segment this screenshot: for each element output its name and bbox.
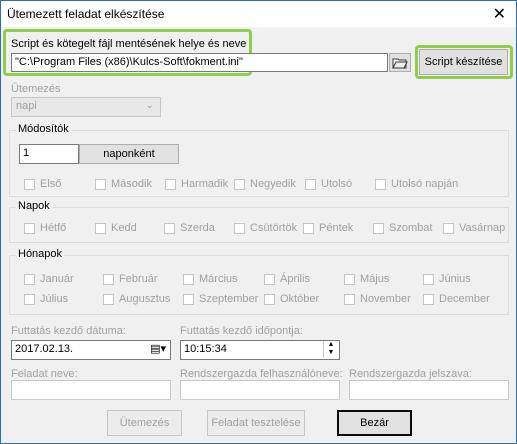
start-date-label: Futtatás kezdő dátuma: [11,325,126,337]
checkbox-label: Október [280,293,320,305]
start-time-label: Futtatás kezdő időpontja: [180,325,303,337]
checkbox-masodik[interactable] [95,179,106,190]
test-task-button[interactable]: Feladat tesztelése [207,410,305,436]
checkbox-label: Hétfő [40,222,67,234]
checkbox-vasarnap[interactable] [443,223,454,234]
checkbox-pentek[interactable] [303,223,314,234]
script-create-button[interactable]: Script készítése [419,49,508,75]
checkbox-februar[interactable] [103,274,114,285]
checkbox-marcius[interactable] [183,274,194,285]
checkbox-majus[interactable] [344,274,355,285]
admin-pass-input[interactable] [349,380,509,400]
checkbox-label: Csütörtök [250,222,298,234]
title-bar: Ütemezett feladat elkészítése ✕ [1,1,516,27]
schedule-button[interactable]: Ütemezés [107,410,182,436]
checkbox-elso[interactable] [24,179,35,190]
interval-input[interactable]: 1 [19,144,79,164]
close-button[interactable]: Bezár [337,410,412,436]
checkbox-kedd[interactable] [95,223,106,234]
checkbox-januar[interactable] [24,274,35,285]
time-spinner[interactable]: ▲ ▼ [323,341,338,358]
checkbox-november[interactable] [344,294,355,305]
checkbox-label: Szeptember [199,293,259,305]
checkbox-szeptember[interactable] [183,294,194,305]
schedule-value: napi [16,100,37,112]
task-name-input[interactable] [11,380,171,400]
checkbox-label: Április [280,273,310,285]
checkbox-junius[interactable] [423,274,434,285]
checkbox-label: Augusztus [119,293,171,305]
checkbox-december[interactable] [423,294,434,305]
checkbox-label: Negyedik [250,178,296,190]
checkbox-label: Szerda [180,222,215,234]
checkbox-label: Kedd [111,222,137,234]
window-title: Ütemezett feladat elkészítése [7,7,165,21]
checkbox-label: Május [360,273,390,285]
checkbox-utolso-napjan[interactable] [375,179,386,190]
checkbox-label: Szombat [389,222,433,234]
checkbox-augusztus[interactable] [103,294,114,305]
checkbox-csutortok[interactable] [234,223,245,234]
checkbox-label: Március [199,273,238,285]
months-group: Hónapok [9,248,509,315]
checkbox-label: Harmadik [181,178,229,190]
calendar-icon: ▤▾ [150,343,166,355]
start-time-input[interactable]: 10:15:34 ▲ ▼ [180,340,340,360]
checkbox-label: Második [111,178,152,190]
checkbox-julius[interactable] [24,294,35,305]
admin-user-input[interactable] [180,380,340,400]
script-path-label: Script és kötegelt fájl mentésének helye… [11,38,247,50]
close-icon[interactable]: ✕ [493,4,506,24]
checkbox-label: Február [119,273,158,285]
folder-open-icon [392,58,408,69]
checkbox-szerda[interactable] [164,223,175,234]
checkbox-label: December [439,293,490,305]
modifiers-title: Módosítók [16,123,71,135]
checkbox-label: Július [40,293,69,305]
checkbox-label: Január [40,273,74,285]
checkbox-hetfo[interactable] [24,223,35,234]
checkbox-label: Június [439,273,471,285]
checkbox-negyedik[interactable] [234,179,245,190]
checkbox-label: Utolsó [321,178,353,190]
checkbox-label: Péntek [319,222,354,234]
admin-user-label: Rendszergazda felhasználóneve: [180,368,343,380]
checkbox-label: Vasárnap [459,222,506,234]
checkbox-harmadik[interactable] [165,179,176,190]
checkbox-aprilis[interactable] [264,274,275,285]
checkbox-label: Utolsó napján [391,178,459,190]
checkbox-label: Első [40,178,62,190]
chevron-down-icon: ⌄ [145,100,154,111]
script-path-input[interactable]: "C:\Program Files (x86)\Kulcs-Soft\fokme… [11,53,388,72]
schedule-select[interactable]: napi ⌄ [11,97,161,117]
start-date-value: 2017.02.13. [15,343,74,355]
schedule-label: Ütemezés [11,83,61,95]
days-title: Napok [16,200,52,212]
start-time-value: 10:15:34 [184,343,227,355]
months-title: Hónapok [16,248,65,260]
task-name-label: Feladat neve: [11,368,78,380]
admin-pass-label: Rendszergazda jelszava: [349,368,472,380]
checkbox-oktober[interactable] [264,294,275,305]
dialog-window: Ütemezett feladat elkészítése ✕ Script é… [0,0,517,444]
browse-button[interactable] [389,53,411,72]
checkbox-label: November [360,293,411,305]
start-date-picker[interactable]: 2017.02.13. ▤▾ [11,340,171,360]
checkbox-utolso[interactable] [305,179,316,190]
checkbox-szombat[interactable] [373,223,384,234]
interval-unit-button[interactable]: naponként [79,144,179,164]
